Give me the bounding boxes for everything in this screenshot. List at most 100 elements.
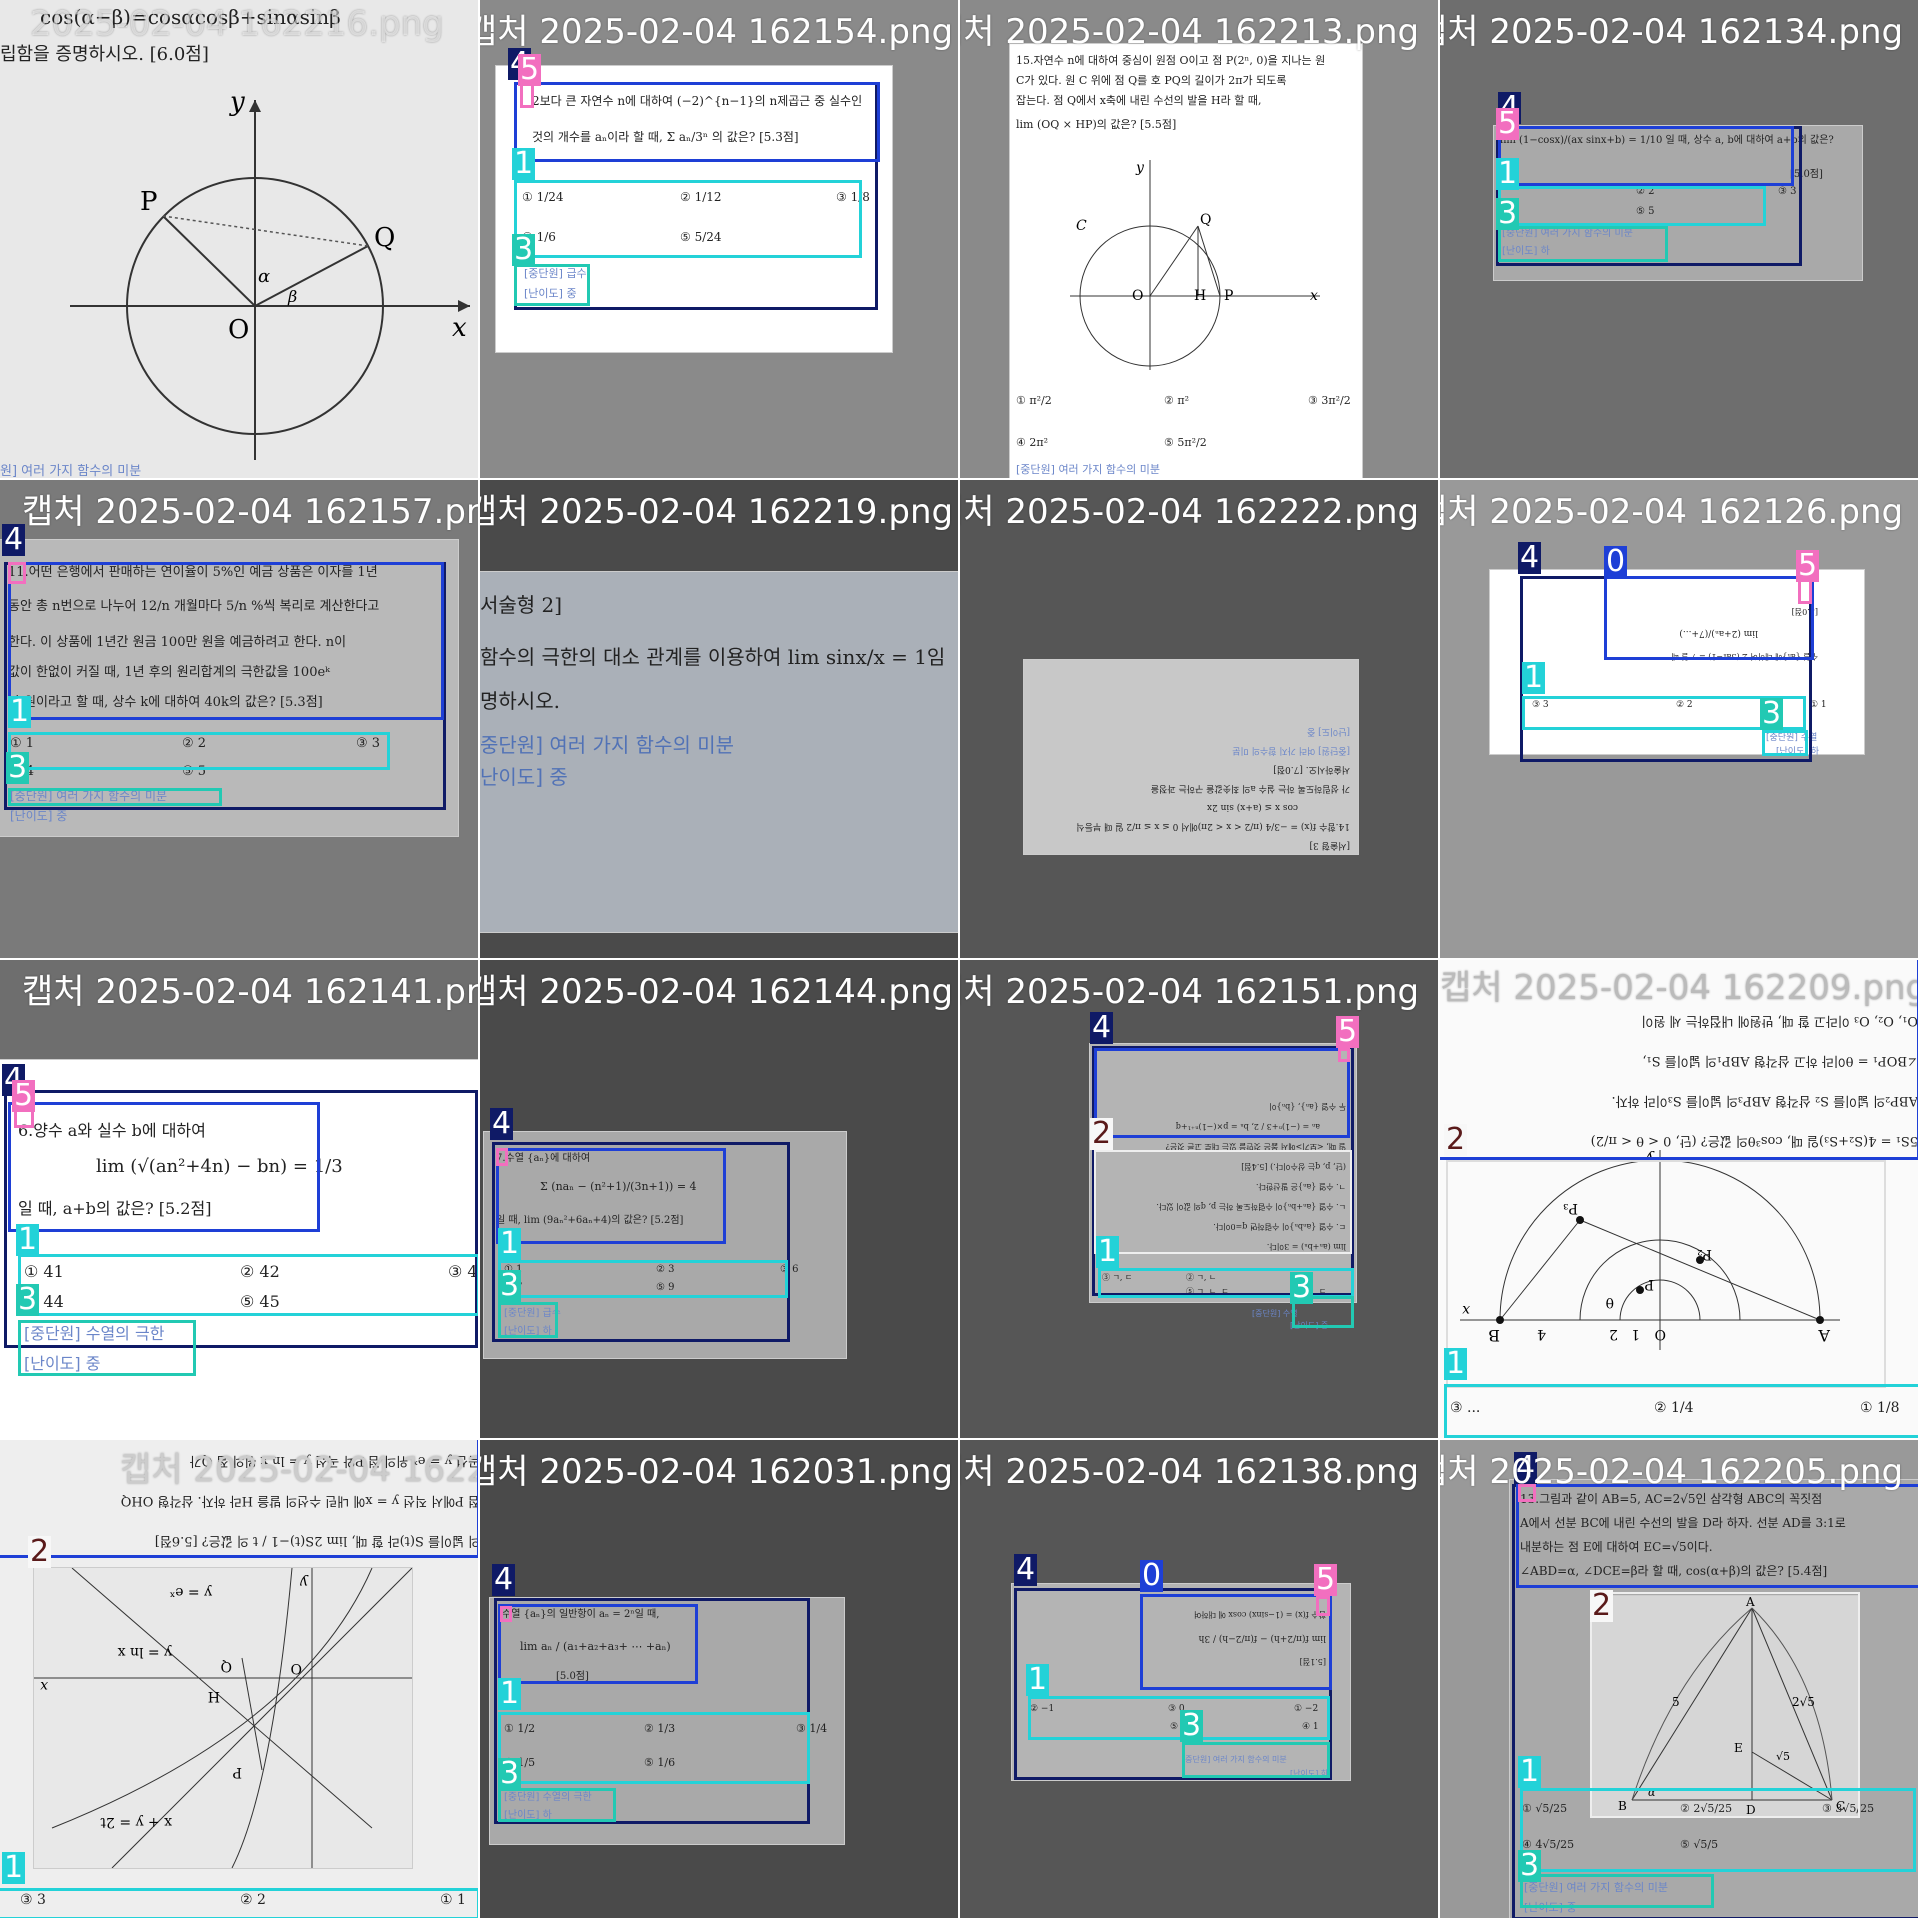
- label-two: 2: [1444, 1122, 1468, 1157]
- option-5[interactable]: ⑤ 5π²/2: [1164, 436, 1207, 449]
- label-four: 4: [1014, 1552, 1038, 1587]
- label-q: Q: [221, 1658, 232, 1674]
- detect-box-options: [1498, 186, 1766, 226]
- tile-7[interactable]: [서술형 3] 14.함수 f(x) = −3/4 (π/2 < x < 2π)…: [960, 480, 1440, 960]
- detect-box-meta: [1182, 1742, 1330, 1778]
- unit-label: [중단원] 여러 가지 함수의 미분: [1016, 463, 1161, 476]
- question-line-2: C가 있다. 원 C 위에 점 Q를 호 PQ의 길이가 2π가 되도록: [1016, 74, 1287, 87]
- question-line-3: 잡는다. 점 Q에서 x축에 내린 수선의 발을 H라 할 때,: [1016, 94, 1262, 107]
- label-one: 1: [512, 146, 536, 181]
- circle-diagram: y x C Q O H P: [1070, 160, 1320, 370]
- curve-2: y = ln x: [118, 1644, 173, 1660]
- detect-box-stem: [496, 1148, 726, 1244]
- tile-3[interactable]: 15.자연수 n에 대하여 중심이 원점 O이고 점 P(2ⁿ, 0)을 지나는…: [960, 0, 1440, 480]
- tile-16[interactable]: 13.그림과 같이 AB=5, AC=2√5인 삼각형 ABC의 꼭짓점 A에서…: [1440, 1440, 1920, 1920]
- label-one: 1: [2, 1850, 26, 1885]
- line-1: [서술형 3]: [1309, 840, 1350, 850]
- curve-1: y = eˣ: [169, 1584, 213, 1600]
- tile-14[interactable]: 수열 {aₙ}의 일반항이 aₙ = 2ⁿ일 때, lim aₙ / (a₁+a…: [480, 1440, 960, 1920]
- label-one: 1: [1026, 1662, 1050, 1697]
- level-label: 난이도] 중: [480, 765, 568, 789]
- label-three: 3: [1180, 1708, 1204, 1743]
- detect-box-number: [1316, 1596, 1330, 1616]
- file-name: 캡처 2025-02-04 162144.png: [480, 972, 954, 1012]
- file-name: 캡처 2025-02-04 162213.png: [960, 12, 1420, 52]
- label-one: 1: [1518, 1754, 1542, 1789]
- unit-label: 중단원] 여러 가지 함수의 미분: [480, 733, 735, 757]
- detect-box-meta: [514, 264, 590, 306]
- footer: 원] 여러 가지 함수의 미분: [0, 464, 142, 479]
- tile-4[interactable]: lim (1−cosx)/(ax sinx+b) = 1/10 일 때, 상수 …: [1440, 0, 1920, 480]
- label-five: 5: [1796, 548, 1820, 583]
- detect-box-stem: [1140, 1594, 1332, 1690]
- option-1[interactable]: ① π²/2: [1016, 394, 1052, 407]
- label-one: 1: [1096, 1234, 1120, 1269]
- tile-11[interactable]: lim (aₙ+bₙ) = 3이다. ㄷ. 수열 {aₙbₙ}이 수렴하면 q=…: [960, 960, 1440, 1440]
- label-one: 1: [498, 1676, 522, 1711]
- detect-box-number: [8, 562, 26, 584]
- detect-box-meta: [1520, 1874, 1714, 1908]
- point-c-label: C: [1076, 218, 1087, 234]
- detect-box-number: [1338, 1048, 1350, 1062]
- tile-8[interactable]: 수열 {aₙ}에 대하여 Σ (3aₙ−1) = 7 일 때 lim (2+aₙ…: [1440, 480, 1920, 960]
- label-three: 3: [16, 1282, 40, 1317]
- axis-y-label: y: [299, 1574, 309, 1590]
- detect-box-stem: [498, 1604, 698, 1684]
- tile-6[interactable]: 서술형 2] 함수의 극한의 대소 관계를 이용하여 lim sinx/x = …: [480, 480, 960, 960]
- detect-box-meta: [8, 788, 222, 806]
- label-one: 1: [498, 1226, 522, 1261]
- label-two: 2: [1090, 1116, 1114, 1151]
- point-p-label: P: [140, 187, 158, 217]
- detect-box-stem: [514, 82, 880, 162]
- option-1[interactable]: ① 1: [1810, 700, 1827, 710]
- line-3: cos x ≤ (a+x) sin 2x: [1206, 802, 1298, 812]
- label-one: 1: [16, 1222, 40, 1257]
- flipped-question: [서술형 3] 14.함수 f(x) = −3/4 (π/2 < x < 2π)…: [1024, 660, 1358, 854]
- question-line-4: lim (OQ × HP)의 값은? [5.5점]: [1016, 118, 1177, 131]
- label-three: 3: [498, 1268, 522, 1303]
- line-6: [중단원] 여러 가지 함수의 미분: [1232, 745, 1350, 755]
- label-three: 3: [1760, 696, 1784, 731]
- label-four: 4: [1090, 1010, 1114, 1045]
- detect-box-figure: [1094, 1150, 1352, 1254]
- tile-13[interactable]: 의 넓이를 S(t)라 할 때, lim 2S(t)−1 / t 의 값은? […: [0, 1440, 480, 1920]
- label-one: 1: [1496, 156, 1520, 191]
- tile-10[interactable]: 7.수열 {aₙ}에 대하여 Σ (naₙ − (n²+1)/(3n+1)) =…: [480, 960, 960, 1440]
- label-three: 3: [512, 232, 536, 267]
- file-name: 캡처 2025-02-04 162134.png: [1440, 12, 1904, 52]
- label-five: 5: [518, 52, 542, 87]
- head: 서술형 2]: [480, 593, 563, 617]
- detect-box-figure: [1590, 1592, 1860, 1818]
- file-name: 2025-02-04 162216.png: [30, 4, 444, 44]
- file-name: 캡처 2025-02-04 162154.png: [480, 12, 954, 52]
- label-four: 4: [492, 1562, 516, 1597]
- detect-box-stem: [8, 1102, 320, 1232]
- tile-9[interactable]: 6.양수 a와 실수 b에 대하여 lim (√(an²+4n) − bn) =…: [0, 960, 480, 1440]
- tile-1[interactable]: cos(α−β)=cosαcosβ+sinαsinβ 립함을 증명하시오. [6…: [0, 0, 480, 480]
- option-3[interactable]: ③ 3π²/2: [1308, 394, 1351, 407]
- option-2[interactable]: ② π²: [1164, 394, 1189, 407]
- detect-box-options: [0, 1888, 478, 1918]
- tile-12[interactable]: 5S₁ = 4(S₂+S₃)일 때, cos³θ의 값은? (단, 0 < θ …: [1440, 960, 1920, 1440]
- tile-2[interactable]: 2보다 큰 자연수 n에 대하여 (−2)^{n−1}의 n제곱근 중 실수인 …: [480, 0, 960, 480]
- detect-box-stem: [8, 562, 444, 720]
- question-line-1: 15.자연수 n에 대하여 중심이 원점 O이고 점 P(2ⁿ, 0)을 지나는…: [1016, 54, 1326, 67]
- label-zero: 0: [1140, 1558, 1164, 1593]
- option-4[interactable]: ④ 2π²: [1016, 436, 1048, 449]
- point-p-label: P: [1224, 288, 1233, 304]
- tile-15[interactable]: [5.1점] lim f(π/2+h) − f(π/2−h) / 3h 함수 f…: [960, 1440, 1440, 1920]
- detect-box-options: [1028, 1696, 1330, 1740]
- tile-5[interactable]: 11.어떤 은행에서 판매하는 연이율이 5%인 예금 상품은 이자를 1년 동…: [0, 480, 480, 960]
- point-q-label: Q: [1200, 212, 1211, 228]
- detect-box-options: [8, 732, 390, 770]
- line-1: 함수의 극한의 대소 관계를 이용하여 lim sinx/x = 1임: [480, 645, 946, 669]
- axis-y-label: y: [1135, 160, 1145, 176]
- curve-diagram: y = eˣ y = ln x x + y = 2t Q H O P x y: [34, 1568, 412, 1868]
- detect-box-stem: [1498, 126, 1794, 186]
- detect-box-stem: [1094, 1048, 1350, 1138]
- file-name: 캡처 2025-02-04 162219.png: [480, 492, 954, 532]
- axis-y-label: y: [229, 87, 245, 117]
- file-name: 캡처 2025-02-04 162157.png: [22, 492, 480, 532]
- point-q-label: Q: [374, 223, 395, 253]
- label-four: 4: [1518, 540, 1542, 575]
